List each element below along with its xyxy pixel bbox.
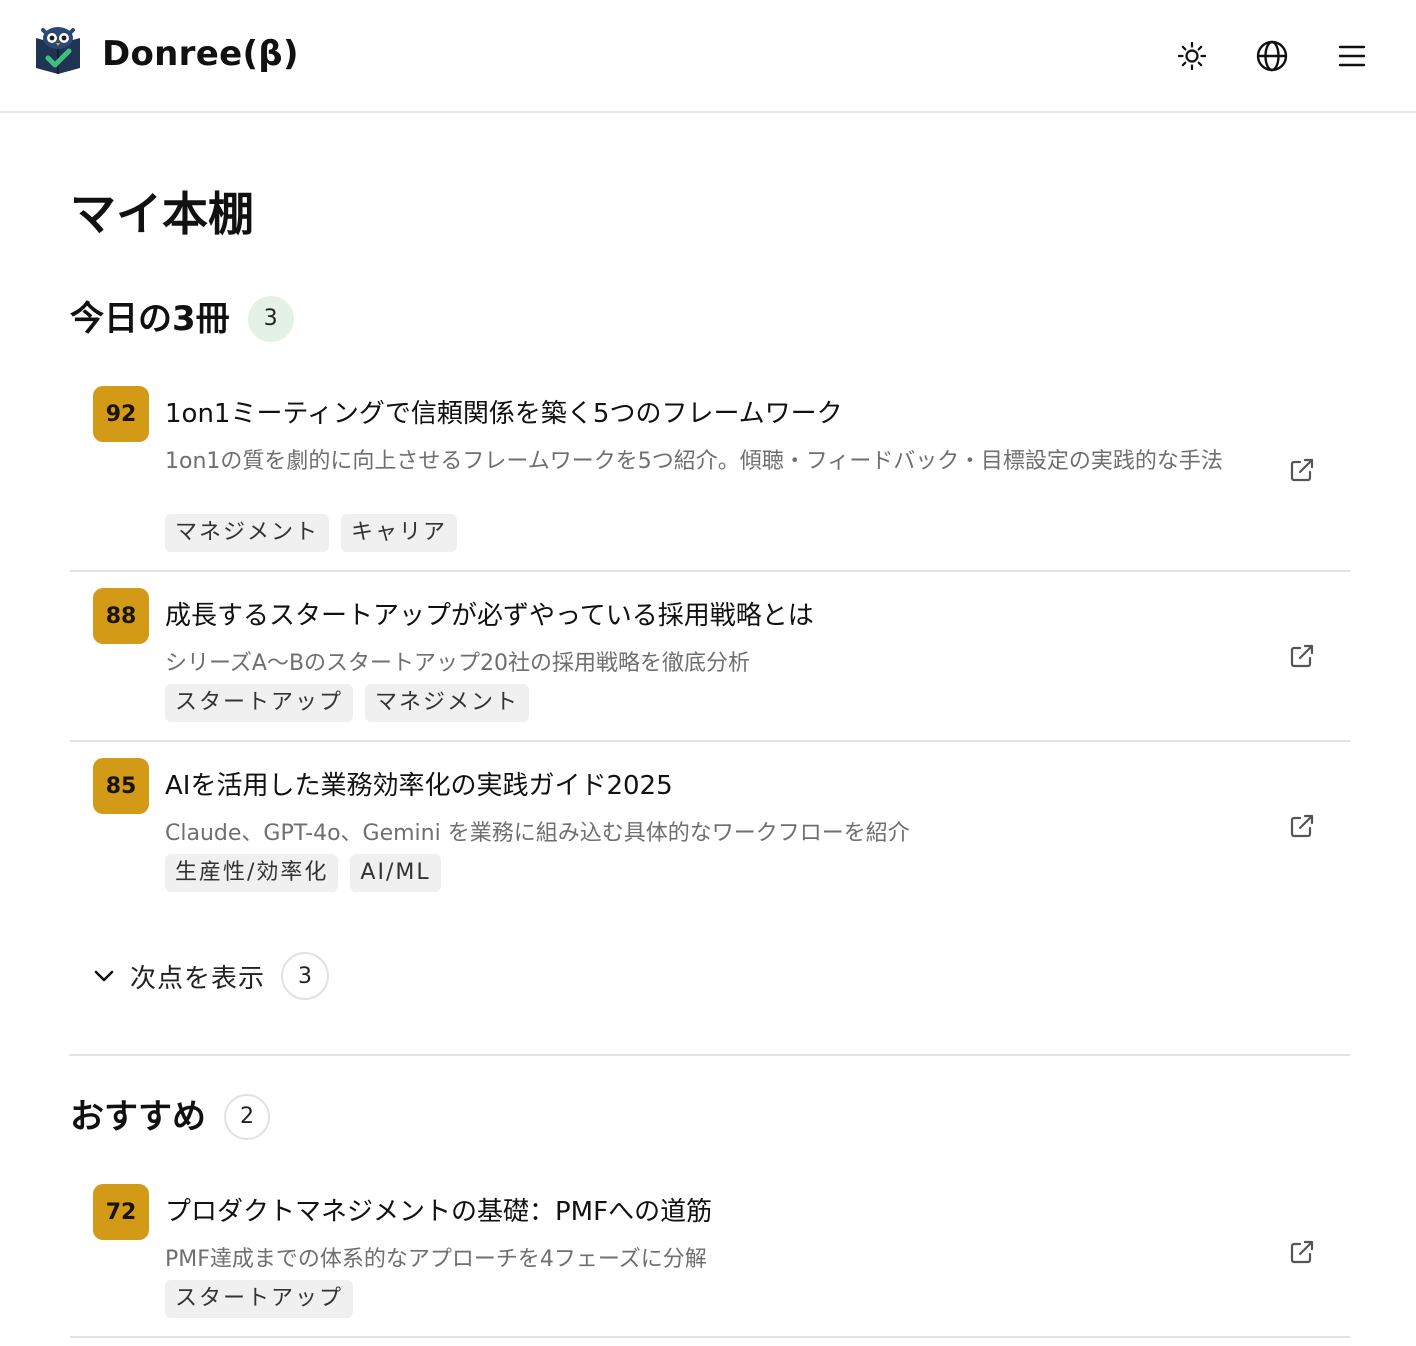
score-badge: 88 <box>93 588 149 644</box>
page-title: マイ本棚 <box>70 187 254 241</box>
tag[interactable]: マネジメント <box>365 684 530 722</box>
tag-list: スタートアップ <box>165 1280 354 1318</box>
chevron-down-icon <box>94 970 114 982</box>
score-badge: 85 <box>93 758 149 814</box>
section-title-today: 今日の3冊 3 <box>70 296 294 342</box>
today-count-badge: 3 <box>247 296 294 342</box>
score-badge: 92 <box>93 386 149 442</box>
tag[interactable]: 生産性/効率化 <box>165 854 339 892</box>
external-link-icon[interactable] <box>1288 812 1316 840</box>
section-divider <box>69 1054 1350 1056</box>
tag[interactable]: マネジメント <box>165 514 330 552</box>
article-title[interactable]: 1on1ミーティングで信頼関係を築く5つのフレームワーク <box>165 396 1225 432</box>
app-header: Donree(β) <box>0 0 1416 113</box>
article-description: シリーズA〜Bのスタートアップ20社の採用戦略を徹底分析 <box>165 651 751 676</box>
article-title[interactable]: 成長するスタートアップが必ずやっている採用戦略とは <box>165 598 1225 634</box>
hamburger-menu-icon <box>1338 45 1366 67</box>
external-link-icon[interactable] <box>1288 642 1316 670</box>
list-item[interactable]: 85 AIを活用した業務効率化の実践ガイド2025 Claude、GPT-4o、… <box>70 758 1350 898</box>
tag-list: マネジメント キャリア <box>165 514 458 552</box>
brand-name[interactable]: Donree(β) <box>102 32 299 76</box>
tag[interactable]: AI/ML <box>350 854 441 892</box>
sun-icon <box>1177 41 1207 71</box>
section-title-recommended: おすすめ 2 <box>70 1094 270 1140</box>
language-button[interactable] <box>1252 36 1292 76</box>
article-title[interactable]: AIを活用した業務効率化の実践ガイド2025 <box>165 768 1225 804</box>
show-more-count-badge: 3 <box>281 952 330 1000</box>
tag-list: 生産性/効率化 AI/ML <box>165 854 441 892</box>
tag[interactable]: キャリア <box>341 514 458 552</box>
tag[interactable]: スタートアップ <box>165 1280 354 1318</box>
recommended-count-badge: 2 <box>224 1094 270 1140</box>
show-more-label: 次点を表示 <box>130 963 266 994</box>
menu-button[interactable] <box>1332 36 1372 76</box>
article-title[interactable]: プロダクトマネジメントの基礎：PMFへの道筋 <box>165 1194 1225 1230</box>
section-title-text: 今日の3冊 <box>70 299 230 339</box>
external-link-icon[interactable] <box>1288 1238 1316 1266</box>
tag-list: スタートアップ マネジメント <box>165 684 530 722</box>
article-description: PMF達成までの体系的なアプローチを4フェーズに分解 <box>165 1247 707 1272</box>
section-title-text: おすすめ <box>70 1097 206 1137</box>
list-item[interactable]: 72 プロダクトマネジメントの基礎：PMFへの道筋 PMF達成までの体系的なアプ… <box>70 1184 1350 1338</box>
owl-book-logo-icon[interactable] <box>32 24 84 76</box>
tag[interactable]: スタートアップ <box>165 684 354 722</box>
external-link-icon[interactable] <box>1288 456 1316 484</box>
globe-icon <box>1256 40 1288 72</box>
article-description: Claude、GPT-4o、Gemini を業務に組み込む具体的なワークフローを… <box>165 821 910 846</box>
list-item[interactable]: 92 1on1ミーティングで信頼関係を築く5つのフレームワーク 1on1の質を劇… <box>70 386 1350 572</box>
score-badge: 72 <box>93 1184 149 1240</box>
list-item[interactable]: 88 成長するスタートアップが必ずやっている採用戦略とは シリーズA〜Bのスター… <box>70 588 1350 742</box>
show-more-button[interactable]: 次点を表示 3 <box>92 952 330 1000</box>
theme-toggle-button[interactable] <box>1172 36 1212 76</box>
article-description: 1on1の質を劇的に向上させるフレームワークを5つ紹介。傾聴・フィードバック・目… <box>165 449 1223 474</box>
